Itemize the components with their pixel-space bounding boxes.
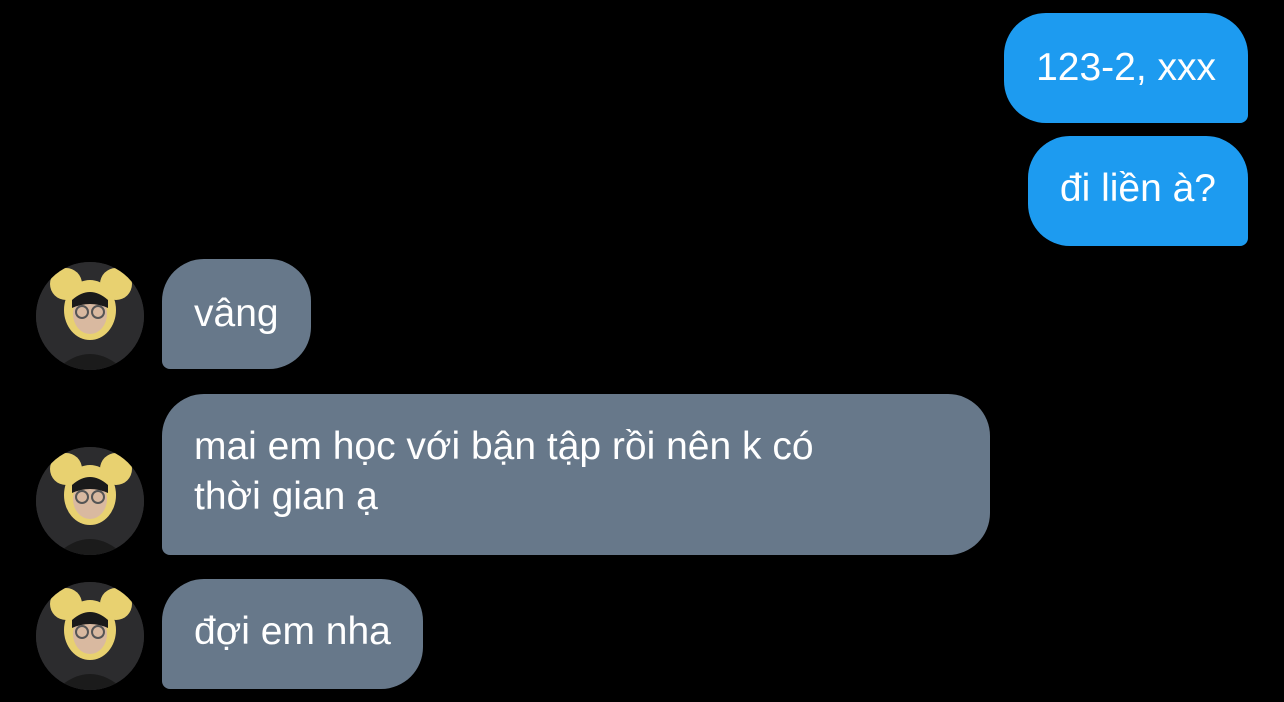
message-bubble-incoming[interactable]: đợi em nha [162,579,423,689]
message-text: 123-2, xxx [1036,46,1216,89]
message-bubble-outgoing[interactable]: đi liền à? [1027,136,1248,246]
message-text: đi liền à? [1059,167,1216,210]
message-text: vâng [194,292,279,335]
message-bubble-incoming[interactable]: mai em học với bận tập rồi nên k có thời… [162,394,990,555]
user-avatar-icon[interactable] [36,262,144,370]
message-bubble-incoming[interactable]: vâng [162,259,311,369]
message-text-line2: thời gian ạ [194,475,378,518]
user-avatar-icon[interactable] [36,447,144,555]
user-avatar-icon[interactable] [36,582,144,690]
message-text: đợi em nha [194,610,391,653]
message-text: mai em học với bận tập rồi nên k có [194,425,814,468]
message-bubble-outgoing[interactable]: 123-2, xxx [1004,13,1248,123]
